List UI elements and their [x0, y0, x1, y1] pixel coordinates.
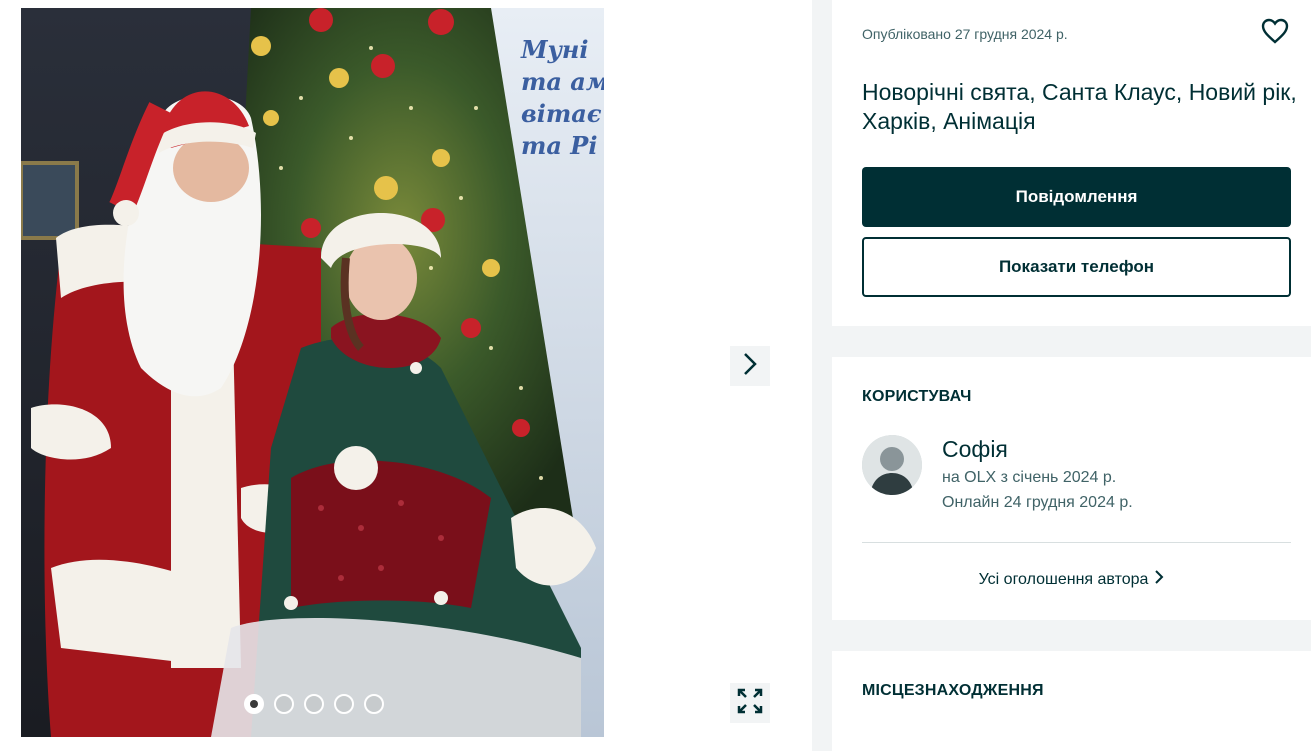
user-name[interactable]: Софія — [942, 436, 1008, 463]
message-button[interactable]: Повідомлення — [862, 167, 1291, 227]
gallery-dot-1[interactable] — [244, 694, 264, 714]
avatar[interactable] — [862, 435, 922, 495]
gallery-dot-3[interactable] — [304, 694, 324, 714]
location-section-heading: МІСЦЕЗНАХОДЖЕННЯ — [862, 682, 1044, 699]
ad-summary-card: Опубліковано 27 грудня 2024 р. Новорічні… — [832, 0, 1311, 326]
chevron-right-icon — [742, 352, 758, 381]
chevron-right-icon — [1154, 569, 1164, 590]
ad-photo[interactable]: Муні та ам вітає та Рі — [21, 8, 604, 737]
posted-date: Опубліковано 27 грудня 2024 р. — [862, 26, 1068, 42]
gallery-next-button[interactable] — [730, 346, 770, 386]
show-phone-button[interactable]: Показати телефон — [862, 237, 1291, 297]
location-card: МІСЦЕЗНАХОДЖЕННЯ — [832, 651, 1311, 751]
svg-text:вітає: вітає — [521, 99, 602, 128]
user-section-heading: КОРИСТУВАЧ — [862, 388, 972, 405]
ad-title: Новорічні свята, Санта Клаус, Новий рік,… — [862, 79, 1297, 134]
heart-icon — [1261, 18, 1289, 49]
gallery-fullscreen-button[interactable] — [730, 683, 770, 723]
divider — [862, 542, 1291, 543]
svg-text:та ам: та ам — [521, 67, 604, 96]
expand-icon — [736, 687, 764, 720]
all-author-ads-link[interactable]: Усі оголошення автора — [832, 569, 1311, 590]
gallery-dot-5[interactable] — [364, 694, 384, 714]
gallery-pagination — [244, 694, 384, 714]
gallery-dot-2[interactable] — [274, 694, 294, 714]
all-ads-label: Усі оголошення автора — [978, 570, 1149, 588]
user-card: КОРИСТУВАЧ Софія на OLX з січень 2024 р.… — [832, 357, 1311, 620]
photo-gallery: Муні та ам вітає та Рі — [0, 0, 812, 751]
favorite-button[interactable] — [1260, 18, 1290, 48]
user-last-online: Онлайн 24 грудня 2024 р. — [942, 494, 1133, 511]
user-member-since: на OLX з січень 2024 р. — [942, 469, 1117, 486]
svg-text:Муні: Муні — [520, 35, 589, 64]
gallery-dot-4[interactable] — [334, 694, 354, 714]
svg-text:та Рі: та Рі — [521, 131, 597, 160]
